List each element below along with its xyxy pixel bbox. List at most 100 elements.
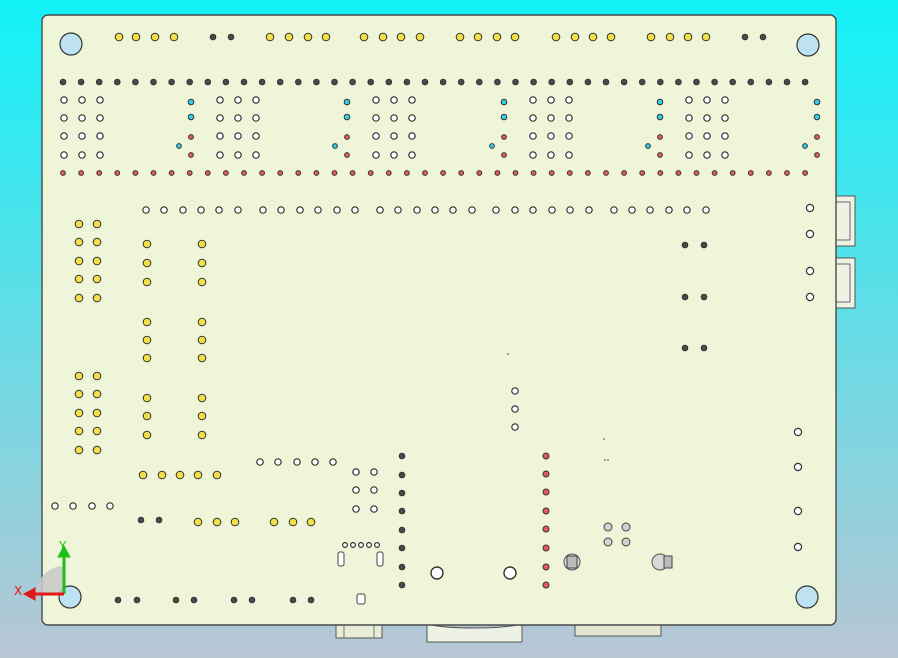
pad bbox=[638, 78, 646, 86]
pad bbox=[802, 170, 808, 176]
pad bbox=[415, 32, 425, 42]
pad bbox=[408, 132, 416, 140]
pad bbox=[169, 32, 179, 42]
pad bbox=[60, 114, 68, 122]
pad bbox=[74, 371, 84, 381]
pad bbox=[494, 170, 501, 176]
pad bbox=[511, 387, 519, 395]
pad bbox=[303, 32, 313, 42]
pad bbox=[256, 458, 264, 466]
pad bbox=[542, 470, 550, 478]
pad bbox=[252, 151, 260, 159]
pad bbox=[548, 206, 556, 214]
pad bbox=[711, 170, 718, 176]
pad bbox=[293, 458, 301, 466]
pad bbox=[500, 98, 508, 106]
pad bbox=[492, 32, 502, 42]
pad bbox=[69, 502, 77, 510]
pad bbox=[142, 353, 152, 363]
pad bbox=[390, 114, 398, 122]
pad bbox=[665, 32, 675, 42]
pad bbox=[621, 522, 631, 532]
pad bbox=[216, 114, 224, 122]
pad bbox=[628, 206, 636, 214]
pad bbox=[188, 152, 194, 158]
pad bbox=[372, 132, 380, 140]
pad bbox=[332, 143, 338, 149]
pad bbox=[603, 537, 613, 547]
pad bbox=[216, 151, 224, 159]
pad bbox=[187, 98, 195, 106]
pad bbox=[701, 32, 711, 42]
pad bbox=[204, 170, 211, 176]
pad bbox=[234, 114, 242, 122]
pad bbox=[209, 33, 217, 41]
pad bbox=[88, 502, 96, 510]
pad bbox=[542, 544, 550, 552]
pad bbox=[501, 152, 507, 158]
pad bbox=[230, 517, 240, 527]
pad bbox=[78, 114, 86, 122]
pad bbox=[187, 113, 195, 121]
pad bbox=[197, 317, 207, 327]
pad bbox=[188, 134, 194, 140]
pad bbox=[74, 256, 84, 266]
pad bbox=[458, 170, 465, 176]
pad bbox=[700, 241, 708, 249]
pad bbox=[711, 78, 718, 86]
pad bbox=[440, 170, 447, 176]
pad bbox=[138, 470, 148, 480]
pad bbox=[92, 371, 102, 381]
pad bbox=[656, 98, 664, 106]
pcb-model-view[interactable]: Y X bbox=[0, 0, 898, 658]
pad bbox=[645, 143, 651, 149]
pad bbox=[349, 78, 356, 86]
pad bbox=[358, 541, 365, 548]
pad bbox=[78, 132, 86, 140]
pad bbox=[96, 151, 104, 159]
pad bbox=[675, 170, 682, 176]
pad bbox=[370, 468, 378, 476]
pad bbox=[390, 132, 398, 140]
pad bbox=[721, 151, 729, 159]
pad bbox=[258, 78, 266, 86]
pad bbox=[204, 78, 212, 86]
pad bbox=[259, 206, 267, 214]
pad bbox=[492, 206, 500, 214]
mounting-hole bbox=[59, 32, 83, 56]
pad bbox=[78, 170, 84, 176]
pad bbox=[547, 151, 555, 159]
pad bbox=[681, 344, 689, 352]
pad bbox=[114, 32, 124, 42]
pad bbox=[142, 317, 152, 327]
pad bbox=[96, 170, 103, 176]
pad bbox=[700, 293, 708, 301]
pad bbox=[343, 98, 351, 106]
cad-viewport[interactable]: Y X bbox=[0, 0, 898, 658]
pad bbox=[331, 170, 338, 176]
pad bbox=[547, 96, 555, 104]
pad bbox=[683, 32, 693, 42]
pad bbox=[367, 78, 375, 86]
pad bbox=[216, 96, 224, 104]
pad bbox=[693, 78, 700, 86]
pad bbox=[404, 170, 410, 176]
pad bbox=[321, 32, 331, 42]
pcb-board[interactable] bbox=[41, 14, 837, 626]
pad bbox=[222, 78, 230, 86]
y-axis-label: Y bbox=[58, 539, 67, 553]
pad bbox=[398, 471, 406, 479]
pad bbox=[657, 170, 664, 176]
pad bbox=[142, 335, 152, 345]
component-crystal-a bbox=[563, 553, 581, 571]
pad bbox=[721, 96, 729, 104]
pad bbox=[343, 113, 351, 121]
pad bbox=[92, 445, 102, 455]
pad bbox=[142, 258, 152, 268]
pad bbox=[295, 170, 302, 176]
pad bbox=[252, 96, 260, 104]
pad bbox=[74, 219, 84, 229]
pad bbox=[331, 78, 338, 86]
pad bbox=[703, 114, 711, 122]
pad bbox=[186, 170, 193, 176]
